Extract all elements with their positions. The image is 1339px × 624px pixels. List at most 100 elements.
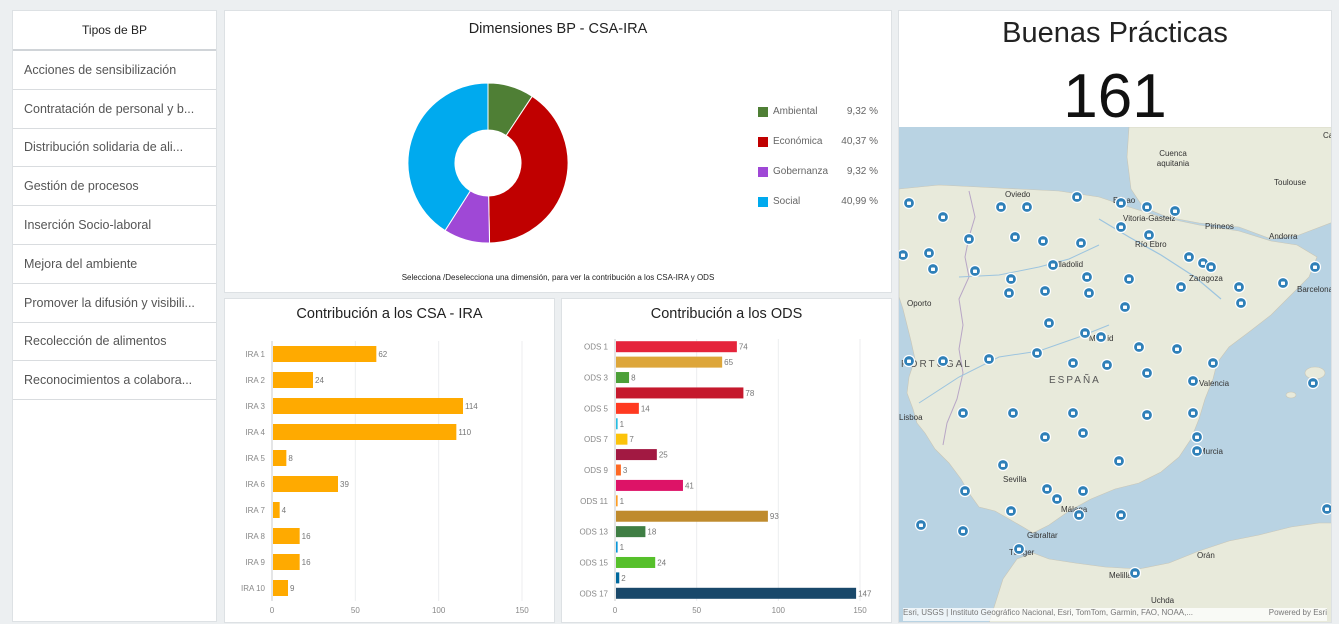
bar[interactable] (616, 587, 857, 599)
map-marker-icon[interactable] (1140, 200, 1154, 214)
map-marker-icon[interactable] (1036, 234, 1050, 248)
map-marker-icon[interactable] (1008, 230, 1022, 244)
map-marker-icon[interactable] (1174, 280, 1188, 294)
map-view[interactable]: CuencaaquitaniaToulouseOviedoBilbaoVitor… (899, 127, 1332, 623)
bar[interactable] (616, 572, 620, 584)
bar[interactable] (273, 580, 288, 596)
map-marker-icon[interactable] (1190, 430, 1204, 444)
map-marker-icon[interactable] (1204, 260, 1218, 274)
bp-type-item[interactable]: Inserción Socio-laboral (13, 206, 216, 245)
map-marker-icon[interactable] (1100, 358, 1114, 372)
map-marker-icon[interactable] (1006, 406, 1020, 420)
map-panel[interactable]: CuencaaquitaniaToulouseOviedoBilbaoVitor… (898, 127, 1332, 623)
map-marker-icon[interactable] (1020, 200, 1034, 214)
bar[interactable] (616, 464, 621, 476)
map-marker-icon[interactable] (1076, 426, 1090, 440)
bar[interactable] (616, 387, 744, 399)
bar[interactable] (616, 526, 646, 538)
map-marker-icon[interactable] (1182, 250, 1196, 264)
bar[interactable] (616, 541, 618, 553)
map-marker-icon[interactable] (1186, 374, 1200, 388)
legend-item[interactable]: Ambiental 9,32 % (758, 105, 878, 121)
bar[interactable] (273, 346, 377, 362)
map-marker-icon[interactable] (1004, 272, 1018, 286)
map-marker-icon[interactable] (1040, 482, 1054, 496)
map-marker-icon[interactable] (1080, 270, 1094, 284)
map-marker-icon[interactable] (1046, 258, 1060, 272)
bar[interactable] (273, 424, 457, 440)
legend-item[interactable]: Social 40,99 % (758, 195, 878, 211)
map-marker-icon[interactable] (994, 200, 1008, 214)
map-marker-icon[interactable] (1078, 326, 1092, 340)
bp-type-item[interactable]: Reconocimientos a colabora... (13, 361, 216, 401)
bp-type-item[interactable]: Acciones de sensibilización (13, 51, 216, 90)
map-marker-icon[interactable] (1038, 284, 1052, 298)
map-marker-icon[interactable] (1122, 272, 1136, 286)
map-marker-icon[interactable] (982, 352, 996, 366)
bp-type-item[interactable]: Recolección de alimentos (13, 323, 216, 362)
map-marker-icon[interactable] (1140, 408, 1154, 422)
bp-type-item[interactable]: Distribución solidaria de ali... (13, 129, 216, 168)
bp-type-item[interactable]: Gestión de procesos (13, 167, 216, 207)
map-marker-icon[interactable] (1070, 190, 1084, 204)
map-marker-icon[interactable] (1206, 356, 1220, 370)
bp-type-item[interactable]: Promover la difusión y visibili... (13, 284, 216, 323)
map-marker-icon[interactable] (1306, 376, 1320, 390)
map-attribution[interactable]: Esri, USGS | Instituto Geográfico Nacion… (903, 608, 1193, 621)
map-marker-icon[interactable] (936, 354, 950, 368)
map-marker-icon[interactable] (902, 196, 916, 210)
map-marker-icon[interactable] (1320, 502, 1333, 516)
bar[interactable] (273, 528, 300, 544)
map-marker-icon[interactable] (1308, 260, 1322, 274)
bar[interactable] (273, 554, 300, 570)
bp-type-item[interactable]: Mejora del ambiente (13, 245, 216, 284)
bar[interactable] (616, 510, 768, 522)
bar[interactable] (273, 372, 313, 388)
bar[interactable] (616, 356, 723, 368)
bar[interactable] (616, 372, 630, 384)
map-marker-icon[interactable] (1234, 296, 1248, 310)
map-marker-icon[interactable] (1012, 542, 1026, 556)
map-marker-icon[interactable] (922, 246, 936, 260)
map-marker-icon[interactable] (1232, 280, 1246, 294)
map-marker-icon[interactable] (1128, 566, 1142, 580)
bar[interactable] (616, 433, 628, 445)
map-marker-icon[interactable] (1066, 356, 1080, 370)
map-marker-icon[interactable] (1004, 504, 1018, 518)
map-marker-icon[interactable] (1074, 236, 1088, 250)
map-marker-icon[interactable] (956, 524, 970, 538)
map-marker-icon[interactable] (968, 264, 982, 278)
bar[interactable] (273, 502, 280, 518)
bar[interactable] (616, 556, 656, 568)
legend-item[interactable]: Económica 40,37 % (758, 135, 878, 151)
map-marker-icon[interactable] (1066, 406, 1080, 420)
map-marker-icon[interactable] (1072, 508, 1086, 522)
map-marker-icon[interactable] (914, 518, 928, 532)
map-marker-icon[interactable] (1132, 340, 1146, 354)
map-marker-icon[interactable] (1190, 444, 1204, 458)
map-marker-icon[interactable] (1140, 366, 1154, 380)
map-marker-icon[interactable] (1168, 204, 1182, 218)
bar[interactable] (616, 418, 618, 430)
map-marker-icon[interactable] (1114, 220, 1128, 234)
map-marker-icon[interactable] (956, 406, 970, 420)
bar[interactable] (616, 341, 737, 353)
map-marker-icon[interactable] (958, 484, 972, 498)
map-marker-icon[interactable] (1112, 454, 1126, 468)
map-marker-icon[interactable] (1118, 300, 1132, 314)
map-marker-icon[interactable] (1114, 508, 1128, 522)
map-marker-icon[interactable] (1186, 406, 1200, 420)
map-marker-icon[interactable] (962, 232, 976, 246)
map-marker-icon[interactable] (1170, 342, 1184, 356)
map-marker-icon[interactable] (1038, 430, 1052, 444)
bar[interactable] (273, 450, 287, 466)
bar[interactable] (616, 479, 683, 491)
map-marker-icon[interactable] (1002, 286, 1016, 300)
map-marker-icon[interactable] (1082, 286, 1096, 300)
map-marker-icon[interactable] (1042, 316, 1056, 330)
map-marker-icon[interactable] (1114, 196, 1128, 210)
map-marker-icon[interactable] (1076, 484, 1090, 498)
map-marker-icon[interactable] (1050, 492, 1064, 506)
bar[interactable] (616, 402, 639, 414)
bar[interactable] (273, 476, 338, 492)
